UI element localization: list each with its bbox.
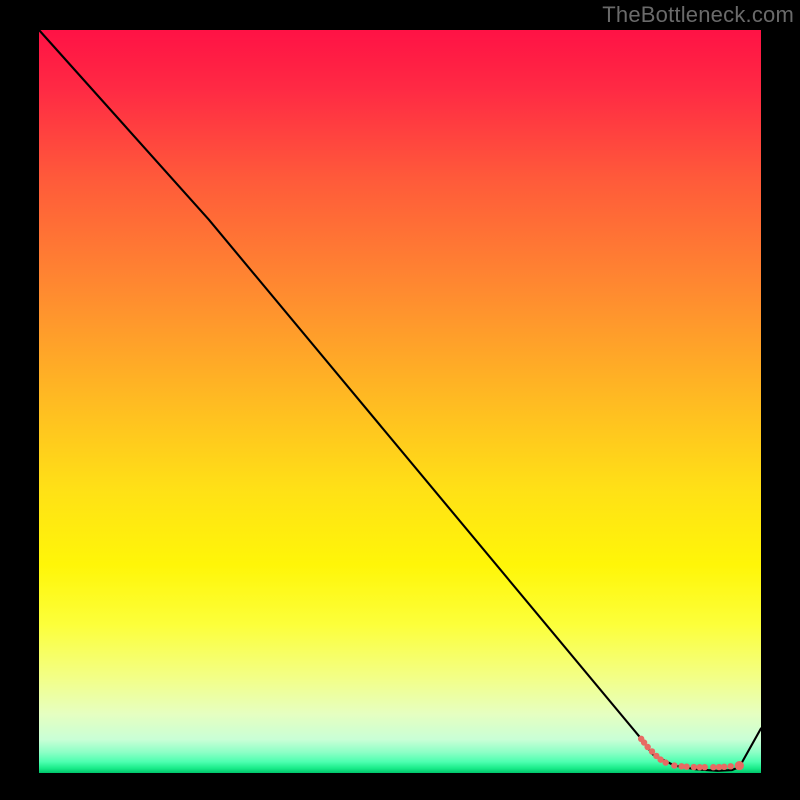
highlight-dot	[691, 764, 697, 770]
highlight-dot	[671, 762, 677, 768]
chart-container: TheBottleneck.com	[0, 0, 800, 800]
plot-background	[39, 30, 761, 773]
bottleneck-chart	[0, 0, 800, 800]
highlight-dot	[735, 761, 744, 770]
highlight-dot	[721, 764, 727, 770]
highlight-dot	[710, 764, 716, 770]
highlight-dot	[683, 763, 689, 769]
highlight-dot	[663, 759, 669, 765]
highlight-dot	[727, 763, 733, 769]
highlight-dot	[701, 764, 707, 770]
